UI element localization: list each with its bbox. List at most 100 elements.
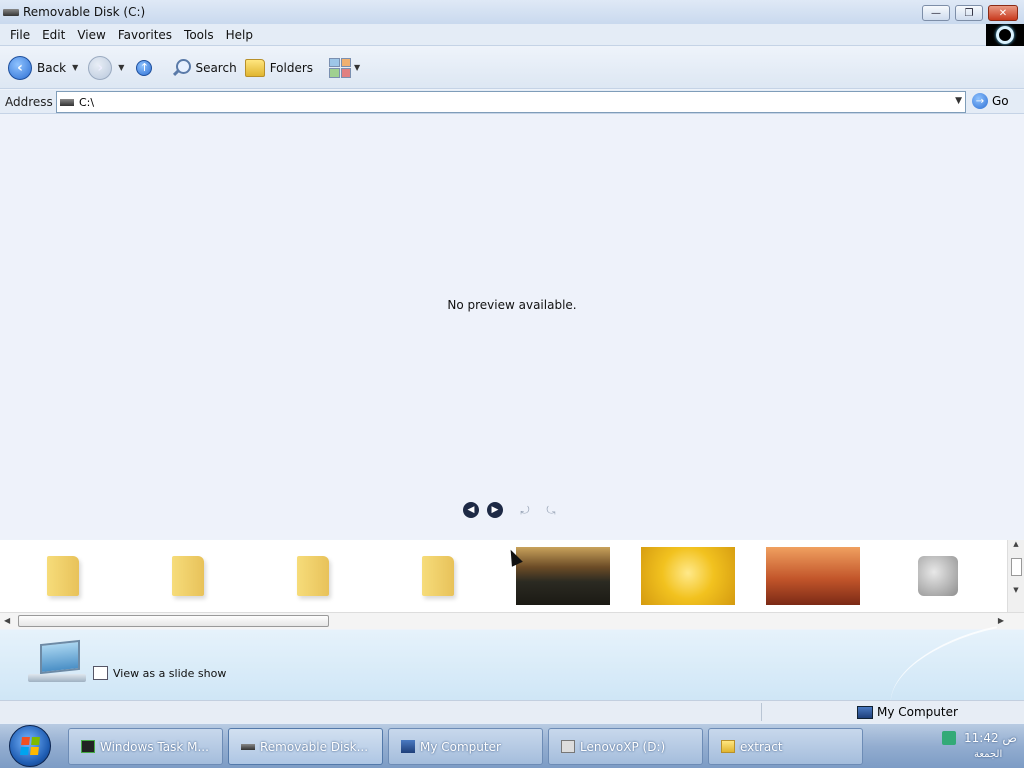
- filmstrip-item[interactable]: [250, 540, 375, 612]
- network-icon[interactable]: [942, 731, 956, 745]
- window-title: Removable Disk (C:): [23, 5, 146, 19]
- restore-button[interactable]: ❐: [955, 5, 983, 21]
- image-preview-pane: No preview available. ◀ ▶ ⤾ ⤿: [0, 115, 1024, 539]
- close-button[interactable]: ✕: [988, 5, 1018, 21]
- folders-icon: [244, 58, 265, 77]
- go-button[interactable]: → Go: [972, 93, 1009, 109]
- status-location: My Computer: [857, 705, 958, 719]
- no-preview-message: No preview available.: [447, 298, 577, 312]
- taskbar-item-task-manager[interactable]: Windows Task M...: [68, 728, 223, 765]
- filmstrip-item[interactable]: [0, 540, 125, 612]
- slideshow-icon: [93, 666, 108, 680]
- removable-disk-icon: [3, 8, 19, 16]
- tools-icon: [917, 556, 958, 596]
- menu-bar: File Edit View Favorites Tools Help: [0, 24, 1024, 46]
- filmstrip-item[interactable]: [125, 540, 250, 612]
- scroll-thumb[interactable]: [1010, 558, 1022, 576]
- flower-photo-thumbnail: [640, 547, 735, 605]
- filmstrip-item[interactable]: [625, 540, 750, 612]
- status-divider: [761, 703, 762, 721]
- search-label: Search: [195, 60, 237, 75]
- start-button[interactable]: [9, 725, 51, 767]
- filmstrip-item[interactable]: [875, 540, 1000, 612]
- folder-icon: [721, 740, 735, 753]
- menu-edit[interactable]: Edit: [36, 28, 71, 42]
- filmstrip-vertical-scrollbar[interactable]: ▲ ▼: [1007, 540, 1024, 612]
- up-button[interactable]: ↑: [136, 59, 153, 76]
- horizontal-scrollbar[interactable]: ◀ ▶: [0, 612, 1024, 629]
- taskbar: Windows Task M... Removable Disk... My C…: [0, 723, 1024, 768]
- drive-icon: [60, 98, 74, 106]
- windows-flag-icon: [20, 737, 40, 755]
- windows-logo: [986, 24, 1024, 46]
- views-dropdown-icon: ▼: [354, 63, 361, 72]
- my-computer-icon: [401, 740, 415, 753]
- menu-help[interactable]: Help: [220, 28, 259, 42]
- title-bar: Removable Disk (C:) — ❐ ✕: [0, 0, 1024, 24]
- status-bar: My Computer: [0, 700, 1024, 723]
- scroll-right-icon[interactable]: ▶: [998, 616, 1004, 625]
- decorative-swoosh: [879, 626, 1009, 708]
- go-label: Go: [992, 94, 1009, 108]
- task-manager-icon: [81, 740, 95, 753]
- scroll-down-icon[interactable]: ▼: [1008, 586, 1024, 594]
- taskbar-item-my-computer[interactable]: My Computer: [388, 728, 543, 765]
- system-tray: 11:42 ص الجمعة: [940, 728, 1020, 765]
- scroll-left-icon[interactable]: ◀: [4, 616, 10, 625]
- taskbar-item-lenovoxp[interactable]: LenovoXP (D:): [548, 728, 703, 765]
- drive-icon: [561, 740, 575, 753]
- taskbar-item-extract[interactable]: extract: [708, 728, 863, 765]
- minimize-button[interactable]: —: [922, 5, 950, 21]
- filmstrip-item[interactable]: [750, 540, 875, 612]
- views-button[interactable]: ▼: [329, 57, 361, 78]
- menu-file[interactable]: File: [4, 28, 36, 42]
- forward-dropdown-icon[interactable]: ▼: [118, 63, 124, 72]
- rotate-clockwise-icon[interactable]: ⤾: [517, 504, 533, 517]
- search-button[interactable]: Search: [170, 58, 237, 78]
- clock-day: الجمعة: [974, 749, 1003, 760]
- clock[interactable]: 11:42 ص: [964, 731, 1017, 745]
- folder-icon: [46, 556, 79, 596]
- folder-icon: [296, 556, 329, 596]
- forward-button[interactable]: ›: [88, 55, 113, 80]
- address-value: C:\: [79, 95, 95, 109]
- back-button[interactable]: ‹ Back: [8, 55, 67, 80]
- picture-tasks-icon: [28, 639, 88, 686]
- taskbar-label: LenovoXP (D:): [580, 739, 666, 754]
- folders-button[interactable]: Folders: [244, 58, 314, 77]
- toolbar: ‹ Back ▼ › ▼ ↑ Search Folders ▼: [0, 47, 1024, 89]
- taskbar-label: extract: [740, 739, 783, 754]
- menu-view[interactable]: View: [71, 28, 111, 42]
- taskbar-label: My Computer: [420, 739, 501, 754]
- folder-icon: [421, 556, 454, 596]
- search-icon: [170, 58, 192, 78]
- taskbar-item-removable-disk[interactable]: Removable Disk...: [228, 728, 383, 765]
- rotate-counterclockwise-icon[interactable]: ⤿: [543, 504, 559, 517]
- task-pane: View as a slide show: [0, 626, 1024, 708]
- back-dropdown-icon[interactable]: ▼: [72, 63, 78, 72]
- status-location-label: My Computer: [877, 705, 958, 719]
- previous-image-icon[interactable]: ◀: [463, 502, 479, 518]
- window-controls: — ❐ ✕: [922, 5, 1018, 21]
- tree-photo-thumbnail: [515, 547, 610, 605]
- desert-photo-thumbnail: [765, 547, 860, 605]
- menu-tools[interactable]: Tools: [178, 28, 220, 42]
- back-arrow-icon: ‹: [8, 55, 32, 80]
- go-arrow-icon: →: [972, 93, 988, 109]
- up-arrow-icon: ↑: [136, 59, 153, 76]
- folders-label: Folders: [269, 60, 314, 75]
- address-label: Address: [5, 94, 53, 109]
- address-input[interactable]: C:\ ▼: [56, 91, 966, 113]
- back-label: Back: [37, 60, 67, 75]
- taskbar-label: Windows Task M...: [100, 739, 209, 754]
- address-dropdown-icon[interactable]: ▼: [955, 96, 962, 106]
- scroll-up-icon[interactable]: ▲: [1008, 540, 1024, 548]
- slideshow-link[interactable]: View as a slide show: [93, 666, 226, 680]
- menu-favorites[interactable]: Favorites: [112, 28, 178, 42]
- views-icon: [329, 57, 352, 78]
- filmstrip-item[interactable]: [375, 540, 500, 612]
- scroll-thumb[interactable]: [18, 615, 329, 627]
- next-image-icon[interactable]: ▶: [487, 502, 503, 518]
- removable-disk-icon: [241, 743, 255, 750]
- filmstrip-item[interactable]: [500, 540, 625, 612]
